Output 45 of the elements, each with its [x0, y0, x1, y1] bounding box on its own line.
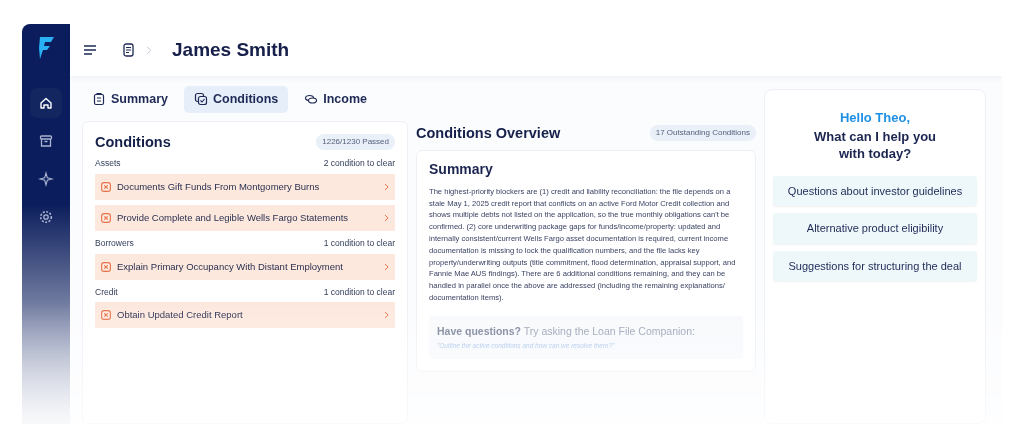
- card-title: Summary: [429, 161, 494, 178]
- archive-icon: [38, 133, 54, 149]
- prompt-text: Have questions? Try asking the Loan File Companion:: [437, 323, 696, 339]
- failed-icon: [101, 261, 111, 272]
- group-label: Borrowers: [95, 236, 134, 250]
- logo-icon[interactable]: [37, 36, 55, 60]
- chevron-icon: [384, 213, 389, 222]
- failed-icon: [101, 181, 111, 192]
- failed-icon: [101, 310, 111, 321]
- condition-item[interactable]: Explain Primary Occupancy With Distant Employment: [95, 253, 395, 280]
- card-title: Conditions: [95, 133, 171, 152]
- status-pill: 1226/1230 Passed: [316, 134, 395, 151]
- chevron-icon: [146, 45, 152, 55]
- sidebar-item[interactable]: [30, 88, 62, 118]
- coins-icon: [304, 92, 319, 107]
- copy-icon: [194, 92, 208, 107]
- section-title: Conditions Overview: [416, 124, 561, 143]
- suggestion-button[interactable]: Questions about investor guidelines: [773, 175, 977, 207]
- chevron-icon: [384, 311, 389, 320]
- question-text: What can I help you with today?: [812, 129, 938, 162]
- group-label: Credit: [95, 285, 118, 299]
- clipboard-icon: [92, 92, 106, 107]
- chevron-icon: [384, 262, 389, 271]
- group-count: 1 condition to clear: [323, 236, 395, 250]
- group-label: Assets: [95, 157, 121, 170]
- tab[interactable]: Summary: [82, 86, 178, 113]
- document-icon[interactable]: [123, 43, 134, 57]
- condition-item[interactable]: Provide Complete and Legible Wells Fargo Statements: [95, 204, 395, 231]
- group-count: 1 condition to clear: [323, 285, 395, 299]
- home-icon: [38, 95, 54, 111]
- sparkle-icon: [38, 171, 54, 187]
- group-count: 2 condition to clear: [323, 157, 395, 170]
- status-pill: 17 Outstanding Conditions: [649, 125, 756, 142]
- tab[interactable]: Conditions: [184, 86, 289, 113]
- page-title: James Smith: [172, 38, 290, 62]
- tab[interactable]: Income: [294, 86, 377, 113]
- greeting-text: Hello Theo,: [838, 108, 912, 127]
- suggestion-button[interactable]: Suggestions for structuring the deal: [773, 250, 977, 282]
- chevron-icon: [384, 182, 389, 191]
- condition-item[interactable]: Documents Gift Funds From Montgomery Burns: [95, 173, 395, 200]
- settings-icon: [38, 209, 54, 225]
- menu-icon[interactable]: [84, 45, 97, 55]
- failed-icon: [101, 212, 111, 223]
- condition-item[interactable]: Obtain Updated Credit Report: [95, 302, 395, 329]
- suggestion-button[interactable]: Alternative product eligibility: [773, 213, 977, 244]
